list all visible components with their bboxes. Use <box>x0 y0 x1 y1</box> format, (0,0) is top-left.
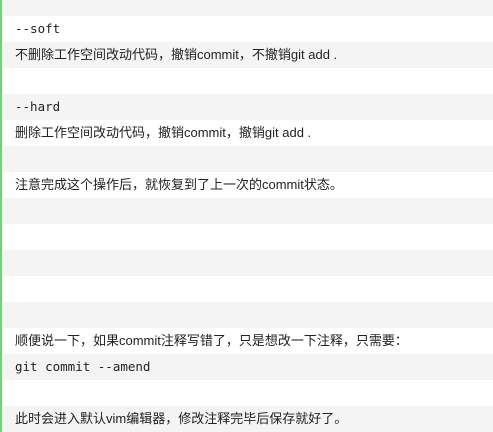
code-line-empty <box>2 224 493 250</box>
code-line-hard-desc: 删除工作空间改动代码，撤销commit，撤销git add . <box>2 120 493 146</box>
code-line-amend-command: git commit --amend <box>2 354 493 380</box>
code-line-empty <box>2 380 493 406</box>
code-line-empty <box>2 68 493 94</box>
code-line-empty <box>2 198 493 224</box>
code-line-empty <box>2 250 493 276</box>
code-block: --soft 不删除工作空间改动代码，撤销commit，不撤销git add .… <box>0 0 493 432</box>
code-line-amend-intro: 顺便说一下，如果commit注释写错了，只是想改一下注释，只需要： <box>2 328 493 354</box>
code-line-vim-note: 此时会进入默认vim编辑器，修改注释完毕后保存就好了。 <box>2 406 493 432</box>
code-line-empty <box>2 146 493 172</box>
code-line-hard: --hard <box>2 94 493 120</box>
code-line-soft: --soft <box>2 16 493 42</box>
code-line-empty <box>2 0 493 16</box>
code-line-empty <box>2 276 493 302</box>
code-line-soft-desc: 不删除工作空间改动代码，撤销commit，不撤销git add . <box>2 42 493 68</box>
code-line-empty <box>2 302 493 328</box>
code-line-note: 注意完成这个操作后，就恢复到了上一次的commit状态。 <box>2 172 493 198</box>
